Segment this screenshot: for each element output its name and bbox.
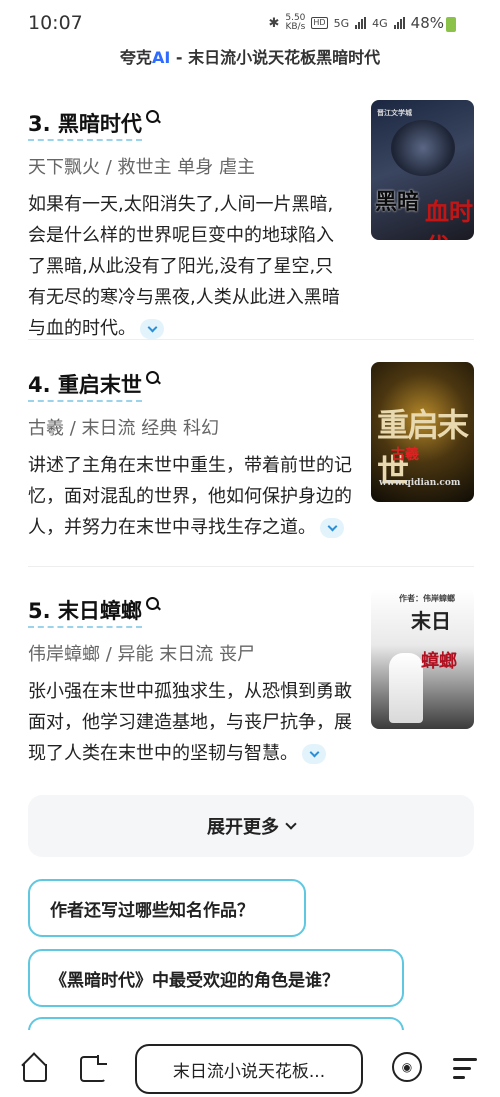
search-icon[interactable] [145, 596, 160, 611]
expand-more-button[interactable]: 展开更多 [28, 795, 474, 857]
menu-icon[interactable] [453, 1058, 477, 1079]
hd-badge: HD [311, 17, 328, 29]
status-bar: 10:07 ✱ 5.50 KB/s HD 5G 4G 48% [0, 0, 500, 46]
cover-art [389, 653, 423, 723]
voice-icon[interactable]: ◉ [392, 1052, 422, 1082]
signal-icon-2 [393, 17, 405, 29]
search-icon[interactable] [145, 370, 160, 385]
battery-icon [446, 17, 456, 32]
suggested-question-2[interactable]: 《黑暗时代》中最受欢迎的角色是谁？ [28, 949, 404, 1007]
book-desc: 讲述了主角在末世中重生，带着前世的记忆，面对混乱的世界，他如何保护身边的人，并努… [28, 455, 352, 538]
tabs-icon[interactable] [80, 1055, 107, 1082]
chevron-down-icon [285, 817, 297, 830]
divider [28, 339, 474, 340]
search-bar[interactable]: 末日流小说天花板... [135, 1044, 363, 1094]
book-cover-3[interactable]: 晋江文学城 黑暗 血时代 [371, 100, 474, 240]
suggested-question-1[interactable]: 作者还写过哪些知名作品？ [28, 879, 306, 937]
book-desc: 如果有一天,太阳消失了,人间一片黑暗,会是什么样的世界呢巨变中的地球陷入了黑暗,… [28, 194, 340, 339]
status-icons: ✱ 5.50 KB/s HD 5G 4G 48% [268, 13, 444, 33]
book-cover-4[interactable]: 重启末世 古羲 www.qidian.com [371, 362, 474, 502]
expand-icon[interactable] [320, 518, 344, 538]
page-title: 夸克AI - 末日流小说天花板黑暗时代 [119, 48, 381, 67]
book-cover-5[interactable]: 作者：伟岸蟑螂 末日 蟑螂 [371, 589, 474, 729]
search-icon[interactable] [145, 109, 160, 124]
cover-art [391, 120, 455, 176]
expand-icon[interactable] [140, 319, 164, 339]
bottom-nav: 末日流小说天花板... ◉ [0, 1030, 500, 1097]
signal-icon [355, 17, 367, 29]
net2-label: 4G [372, 16, 388, 30]
divider [28, 566, 474, 567]
book-desc: 张小强在末世中孤独求生，从恐惧到勇敢面对，他学习建造基地，与丧尸抗争，展现了人类… [28, 681, 352, 764]
home-icon[interactable] [20, 1054, 48, 1082]
net1-label: 5G [333, 16, 350, 30]
status-time: 10:07 [28, 12, 83, 34]
bluetooth-icon: ✱ [268, 15, 280, 31]
network-speed: 5.50 KB/s [285, 13, 306, 32]
expand-icon[interactable] [302, 744, 326, 764]
battery-percent: 48% [410, 14, 444, 32]
